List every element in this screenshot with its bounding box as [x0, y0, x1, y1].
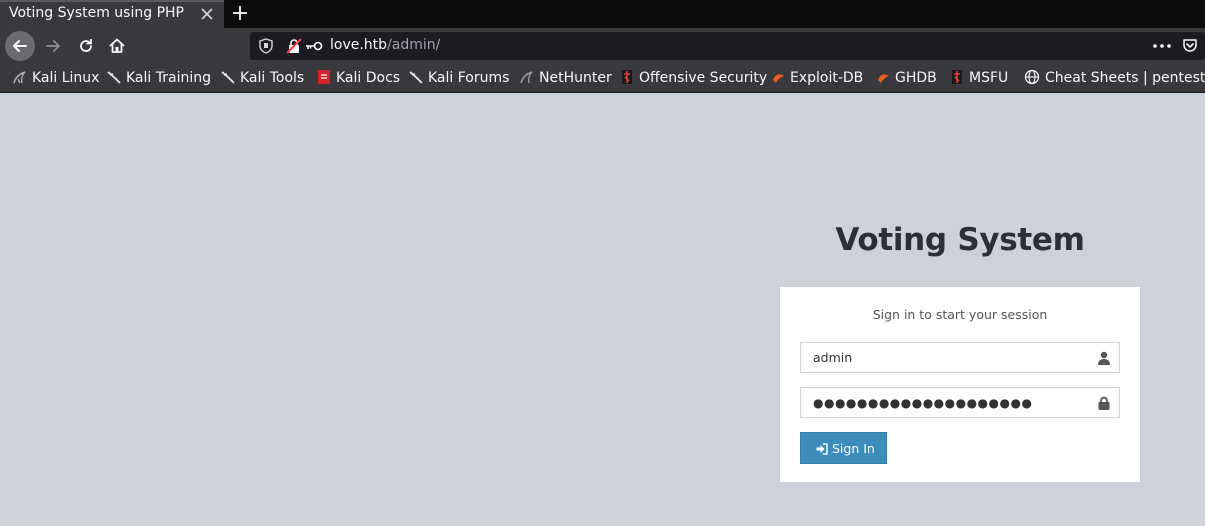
back-button[interactable]	[5, 31, 35, 61]
url-bar[interactable]: love.htb/admin/	[250, 32, 1205, 60]
bookmark-kali-docs[interactable]: Kali Docs	[317, 70, 400, 88]
kali-dragon-icon	[221, 71, 235, 84]
kali-dragon-icon	[409, 71, 423, 84]
sign-in-icon	[816, 443, 828, 455]
page-content: Voting System Sign in to start your sess…	[0, 94, 1205, 526]
pocket-icon[interactable]	[1182, 38, 1198, 54]
user-icon	[1098, 351, 1110, 365]
back-arrow-icon	[13, 40, 27, 52]
nethunter-icon	[520, 71, 533, 84]
bookmark-ghdb[interactable]: GHDB	[876, 70, 937, 88]
key-icon[interactable]	[305, 40, 323, 52]
login-box-message: Sign in to start your session	[872, 307, 1048, 322]
url-path: /admin/	[387, 37, 441, 53]
bookmark-cheat-sheets[interactable]: Cheat Sheets | pentest…	[1024, 69, 1205, 88]
password-field[interactable]	[800, 387, 1120, 418]
globe-icon	[1024, 69, 1040, 85]
url-host: love.htb	[330, 37, 388, 53]
bookmark-offensive-security[interactable]: Offensive Security	[620, 70, 767, 88]
msfu-icon	[952, 70, 962, 84]
reload-button[interactable]	[71, 31, 101, 61]
ghdb-icon	[878, 74, 889, 83]
close-tab-icon[interactable]	[198, 5, 216, 23]
tab-title: Voting System using PHP	[9, 5, 184, 21]
bookmark-kali-forums[interactable]: Kali Forums	[409, 70, 509, 88]
page-actions-menu-icon[interactable]	[1153, 44, 1171, 48]
lock-icon	[1098, 396, 1110, 410]
bookmark-kali-linux[interactable]: Kali Linux	[13, 70, 99, 88]
bookmarks-bar: Kali Linux Kali Training Kali Tools Kali…	[0, 64, 1205, 93]
login-logo: Voting System	[835, 222, 1085, 258]
active-tab[interactable]: Voting System using PHP	[0, 0, 224, 28]
new-tab-icon[interactable]	[230, 3, 250, 23]
username-field[interactable]	[800, 342, 1120, 373]
kali-dragon-icon	[107, 71, 121, 84]
bookmark-kali-training[interactable]: Kali Training	[107, 70, 211, 88]
kali-dragon-icon	[13, 71, 26, 84]
kali-docs-icon	[318, 70, 330, 84]
insecure-lock-icon[interactable]	[286, 38, 302, 54]
bookmark-nethunter[interactable]: NetHunter	[520, 70, 612, 88]
exploitdb-icon	[773, 74, 784, 83]
navigation-bar: love.htb/admin/	[0, 28, 1205, 64]
bookmark-msfu[interactable]: MSFU	[950, 70, 1008, 88]
login-box: Sign in to start your session Sign In	[780, 287, 1140, 482]
sign-in-button[interactable]: Sign In	[800, 432, 887, 464]
sign-in-label: Sign In	[832, 441, 875, 456]
url-text[interactable]: love.htb/admin/	[330, 37, 440, 53]
forward-button[interactable]	[38, 31, 68, 61]
home-icon	[109, 38, 125, 53]
username-input[interactable]	[801, 343, 1091, 372]
home-button[interactable]	[102, 31, 132, 61]
offsec-icon	[622, 70, 632, 84]
tracking-shield-icon[interactable]	[259, 38, 273, 54]
forward-arrow-icon	[46, 40, 60, 52]
bookmark-exploit-db[interactable]: Exploit-DB	[771, 70, 863, 88]
bookmark-kali-tools[interactable]: Kali Tools	[221, 70, 304, 88]
reload-icon	[80, 39, 92, 52]
password-input[interactable]	[801, 388, 1091, 417]
tab-strip: Voting System using PHP	[0, 0, 1205, 28]
